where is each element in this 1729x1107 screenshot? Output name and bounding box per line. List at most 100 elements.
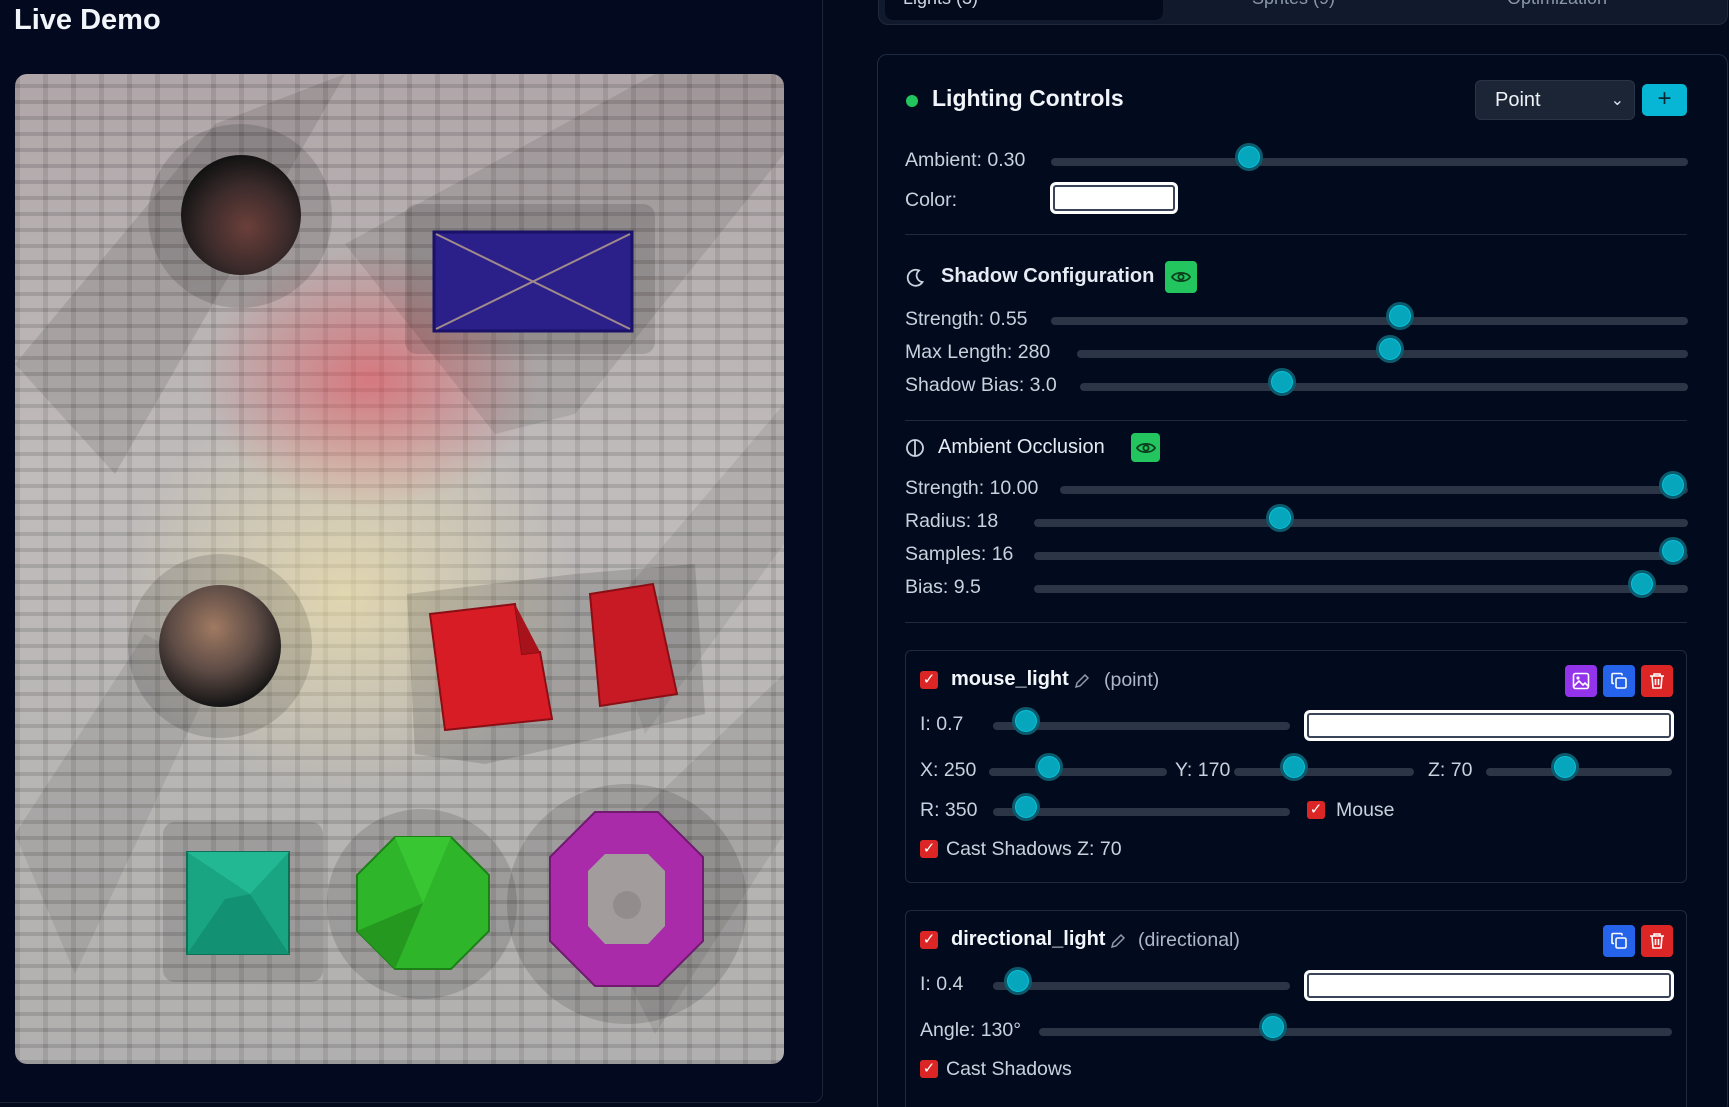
ao-visibility-toggle[interactable] [1131, 433, 1160, 462]
angle-label: Angle: 130° [920, 1019, 1022, 1041]
tab-sprites[interactable]: Sprites (9) [1234, 0, 1454, 20]
divider [905, 622, 1687, 623]
cast-shadows-checkbox[interactable]: ✓ [920, 840, 938, 858]
x-slider[interactable] [989, 768, 1167, 776]
light-color-picker[interactable] [1307, 713, 1671, 738]
ao-strength-label: Strength: 10.00 [905, 477, 1039, 499]
shadow-max-length-thumb[interactable] [1376, 335, 1404, 363]
shadow-strength-slider[interactable] [1051, 317, 1688, 325]
cast-shadows-label: Cast Shadows [946, 1058, 1072, 1080]
angle-thumb[interactable] [1259, 1013, 1287, 1041]
shadow-configuration-title: Shadow Configuration [941, 265, 1155, 287]
light-enabled-checkbox[interactable]: ✓ [920, 671, 938, 689]
ao-samples-thumb[interactable] [1659, 537, 1687, 565]
y-thumb[interactable] [1280, 753, 1308, 781]
ao-radius-label: Radius: 18 [905, 510, 999, 532]
ambient-slider[interactable] [1051, 158, 1688, 166]
shadow-max-length-label: Max Length: 280 [905, 341, 1051, 363]
ao-strength-slider[interactable] [1060, 486, 1688, 494]
ao-radius-thumb[interactable] [1266, 504, 1294, 532]
shadow-bias-thumb[interactable] [1268, 368, 1296, 396]
ao-radius-slider[interactable] [1034, 519, 1688, 527]
angle-slider[interactable] [1039, 1028, 1672, 1036]
color-label: Color: [905, 189, 958, 211]
sphere-sprite[interactable] [159, 585, 281, 707]
light-type-select[interactable]: Point ⌄ [1475, 80, 1635, 120]
sphere-sprite[interactable] [181, 155, 301, 275]
radius-thumb[interactable] [1012, 793, 1040, 821]
radius-label: R: 350 [920, 799, 978, 821]
intensity-label: I: 0.7 [920, 713, 964, 735]
tab-lights[interactable]: Lights (3) [885, 0, 1163, 20]
x-thumb[interactable] [1035, 753, 1063, 781]
shadow-strength-label: Strength: 0.55 [905, 308, 1028, 330]
cast-shadows-label: Cast Shadows Z: 70 [946, 838, 1122, 860]
shadow-visibility-toggle[interactable] [1165, 261, 1197, 293]
light-color-picker[interactable] [1307, 973, 1671, 998]
light-texture-button[interactable] [1565, 665, 1597, 697]
intensity-label: I: 0.4 [920, 973, 964, 995]
light-card-directional-light: ✓ directional_light (directional) I: 0.4… [905, 910, 1687, 1107]
edit-icon[interactable] [1110, 933, 1126, 949]
ring-center [613, 891, 641, 919]
demo-title: Live Demo [14, 4, 161, 36]
trash-icon [1650, 673, 1664, 689]
light-type-value: Point [1495, 89, 1541, 111]
ambient-color-picker[interactable] [1053, 185, 1175, 211]
z-thumb[interactable] [1551, 753, 1579, 781]
light-delete-button[interactable] [1641, 665, 1673, 697]
divider [905, 420, 1687, 421]
x-label: X: 250 [920, 759, 977, 781]
demo-panel: Live Demo [0, 0, 823, 1103]
shadow-bias-slider[interactable] [1080, 383, 1688, 391]
image-icon [1572, 672, 1590, 690]
copy-icon [1611, 932, 1627, 949]
lighting-controls-card: Lighting Controls Point ⌄ + Ambient: 0.3… [877, 54, 1728, 1107]
intensity-thumb[interactable] [1012, 707, 1040, 735]
chevron-down-icon: ⌄ [1610, 92, 1624, 109]
add-light-button[interactable]: + [1642, 84, 1687, 116]
y-label: Y: 170 [1175, 759, 1231, 781]
light-type-label: (directional) [1138, 929, 1240, 951]
ambient-occlusion-title: Ambient Occlusion [938, 436, 1105, 458]
z-slider[interactable] [1486, 768, 1672, 776]
shadow-bias-label: Shadow Bias: 3.0 [905, 374, 1057, 396]
light-delete-button[interactable] [1641, 925, 1673, 957]
ambient-label: Ambient: 0.30 [905, 149, 1026, 171]
ao-samples-slider[interactable] [1034, 552, 1688, 560]
light-duplicate-button[interactable] [1603, 925, 1635, 957]
eye-icon [1136, 442, 1156, 454]
light-enabled-checkbox[interactable]: ✓ [920, 931, 938, 949]
trash-icon [1650, 933, 1664, 949]
edit-icon[interactable] [1074, 673, 1090, 689]
y-slider[interactable] [1234, 768, 1414, 776]
tab-optimization[interactable]: Optimization [1489, 0, 1709, 20]
light-name: mouse_light [951, 668, 1069, 690]
status-dot [906, 95, 918, 107]
ao-bias-slider[interactable] [1034, 585, 1688, 593]
light-type-label: (point) [1104, 669, 1160, 691]
scene-graphics [15, 74, 784, 1034]
light-duplicate-button[interactable] [1603, 665, 1635, 697]
light-name: directional_light [951, 928, 1106, 950]
ao-strength-thumb[interactable] [1659, 471, 1687, 499]
tab-bar: Lights (3) Sprites (9) Optimization [878, 0, 1728, 25]
mouse-follow-checkbox[interactable]: ✓ [1307, 801, 1325, 819]
z-label: Z: 70 [1428, 759, 1473, 781]
copy-icon [1611, 672, 1627, 689]
ao-bias-thumb[interactable] [1628, 570, 1656, 598]
mouse-follow-label: Mouse [1336, 799, 1395, 821]
lighting-controls-title: Lighting Controls [932, 85, 1124, 111]
intensity-slider[interactable] [993, 982, 1290, 990]
ao-bias-label: Bias: 9.5 [905, 576, 981, 598]
light-card-mouse-light: ✓ mouse_light (point) I: 0.7 X: 250 Y: 1… [905, 650, 1687, 883]
shadow-strength-thumb[interactable] [1386, 302, 1414, 330]
divider [905, 234, 1687, 235]
ao-samples-label: Samples: 16 [905, 543, 1014, 565]
moon-icon [906, 268, 925, 287]
occlusion-icon [906, 439, 924, 457]
ambient-slider-thumb[interactable] [1235, 143, 1263, 171]
intensity-thumb[interactable] [1004, 967, 1032, 995]
cast-shadows-checkbox[interactable]: ✓ [920, 1060, 938, 1078]
render-canvas[interactable] [15, 74, 784, 1064]
